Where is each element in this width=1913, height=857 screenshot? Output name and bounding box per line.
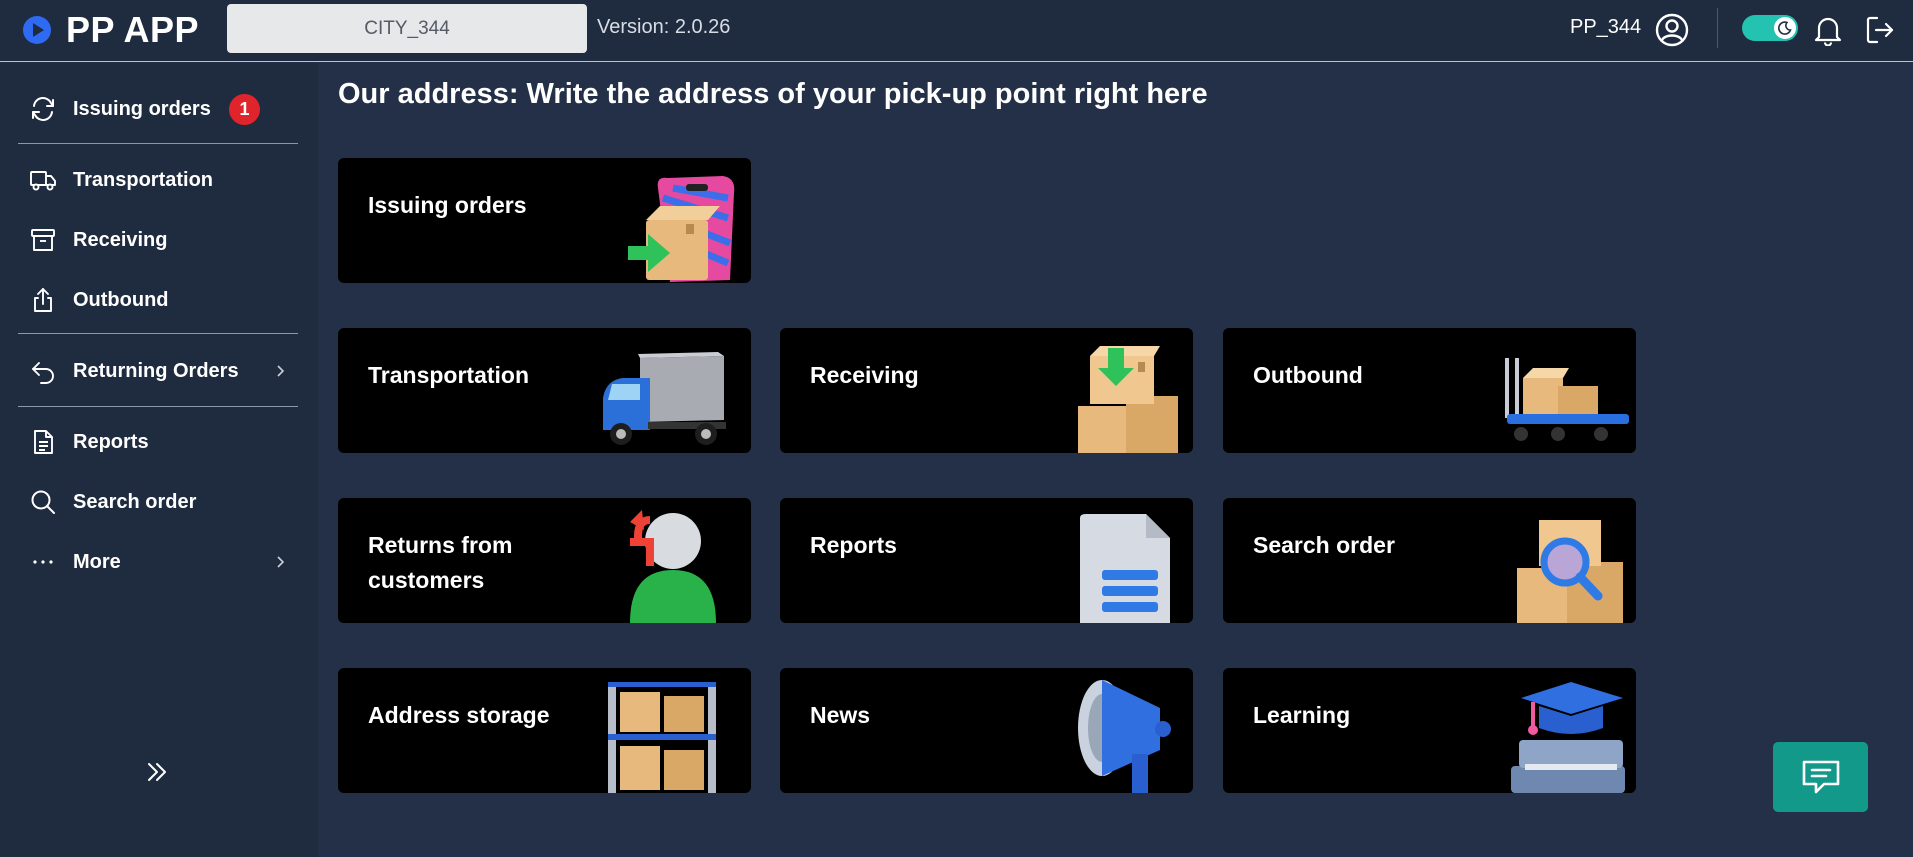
- bell-icon: [1814, 17, 1842, 46]
- document-icon: [28, 427, 58, 457]
- logout-button[interactable]: [1862, 12, 1898, 48]
- sidebar-item-label: Issuing orders: [73, 97, 211, 120]
- chat-icon: [1802, 760, 1839, 794]
- city-value: CITY_344: [364, 17, 450, 39]
- sidebar-item-more[interactable]: More: [0, 538, 318, 586]
- notifications-button[interactable]: [1810, 12, 1846, 48]
- tile-receiving[interactable]: Receiving: [780, 328, 1193, 453]
- sidebar-item-issuing-orders[interactable]: Issuing orders 1: [0, 85, 318, 133]
- city-select[interactable]: CITY_344: [227, 4, 587, 53]
- boxes-download-icon: [1078, 346, 1178, 453]
- logout-icon: [1866, 16, 1894, 44]
- sidebar-item-label: Returning Orders: [73, 359, 239, 382]
- user-name: PP_344: [1570, 16, 1642, 38]
- shelf-boxes-icon: [608, 682, 716, 793]
- sidebar-item-label: Transportation: [73, 168, 214, 191]
- graduation-books-icon: [1511, 682, 1625, 793]
- megaphone-icon: [1078, 680, 1171, 793]
- play-circle-icon: [23, 16, 51, 44]
- tile-label: News: [810, 702, 871, 728]
- sidebar-item-label: Receiving: [73, 228, 168, 251]
- tile-reports[interactable]: Reports: [780, 498, 1193, 623]
- tile-address-storage[interactable]: Address storage: [338, 668, 751, 793]
- sidebar-item-label: Reports: [73, 430, 149, 453]
- chevron-right-icon: [272, 554, 288, 570]
- tile-outbound[interactable]: Outbound: [1223, 328, 1636, 453]
- sidebar-item-returning-orders[interactable]: Returning Orders: [0, 347, 318, 395]
- version-label: Version: 2.0.26: [597, 16, 731, 38]
- expand-sidebar-button[interactable]: [142, 757, 172, 787]
- app-logo[interactable]: PP APP: [22, 10, 199, 50]
- tile-label: Receiving: [810, 362, 919, 388]
- tile-search-order[interactable]: Search order: [1223, 498, 1636, 623]
- page-title: Our address: Write the address of your p…: [338, 78, 1208, 110]
- user-profile-button[interactable]: [1654, 12, 1690, 48]
- sidebar-item-receiving[interactable]: Receiving: [0, 216, 318, 264]
- refresh-icon: [28, 94, 58, 124]
- share-icon: [28, 285, 58, 315]
- truck-icon: [28, 165, 58, 195]
- search-icon: [28, 487, 58, 517]
- tile-news[interactable]: News: [780, 668, 1193, 793]
- sidebar-divider: [18, 333, 298, 334]
- sidebar-item-transportation[interactable]: Transportation: [0, 156, 318, 204]
- tile-label: Returns from customers: [368, 532, 513, 593]
- return-person-icon: [630, 510, 716, 623]
- sidebar-divider: [18, 143, 298, 144]
- top-header: PP APP CITY_344 Version: 2.0.26 PP_344: [0, 0, 1913, 62]
- chat-button[interactable]: [1773, 742, 1868, 812]
- tile-learning[interactable]: Learning: [1223, 668, 1636, 793]
- sidebar-item-search-order[interactable]: Search order: [0, 478, 318, 526]
- truck-icon: [603, 352, 726, 445]
- sidebar: Issuing orders 1 Transportation Receivin…: [0, 63, 318, 857]
- box-bag-icon: [628, 176, 735, 282]
- archive-icon: [28, 225, 58, 255]
- sidebar-item-reports[interactable]: Reports: [0, 418, 318, 466]
- more-icon: [28, 547, 58, 577]
- double-chevron-right-icon: [148, 763, 166, 781]
- toggle-knob: [1774, 17, 1796, 39]
- tile-transportation[interactable]: Transportation: [338, 328, 751, 453]
- sidebar-divider: [18, 406, 298, 407]
- notification-badge: 1: [229, 93, 260, 125]
- app-name: PP APP: [66, 9, 200, 50]
- boxes-search-icon: [1517, 520, 1623, 623]
- tile-label: Transportation: [368, 362, 530, 388]
- header-divider: [1717, 8, 1718, 48]
- tile-label: Issuing orders: [368, 192, 527, 218]
- theme-toggle[interactable]: [1742, 15, 1798, 41]
- tile-label: Address storage: [368, 702, 550, 728]
- tile-returns-from-customers[interactable]: Returns from customers: [338, 498, 751, 623]
- sidebar-item-label: More: [73, 550, 121, 573]
- undo-icon: [28, 356, 58, 386]
- tile-label: Learning: [1253, 702, 1351, 728]
- tile-issuing-orders[interactable]: Issuing orders: [338, 158, 751, 283]
- sidebar-item-label: Search order: [73, 490, 197, 513]
- user-circle-icon: [1655, 13, 1689, 47]
- moon-icon: [1778, 21, 1792, 35]
- tile-label: Outbound: [1253, 362, 1363, 388]
- tile-label: Search order: [1253, 532, 1395, 558]
- tile-label: Reports: [810, 532, 897, 558]
- chevron-right-icon: [272, 363, 288, 379]
- sidebar-item-outbound[interactable]: Outbound: [0, 276, 318, 324]
- sidebar-item-label: Outbound: [73, 288, 169, 311]
- cart-boxes-icon: [1505, 358, 1629, 441]
- report-document-icon: [1080, 514, 1170, 623]
